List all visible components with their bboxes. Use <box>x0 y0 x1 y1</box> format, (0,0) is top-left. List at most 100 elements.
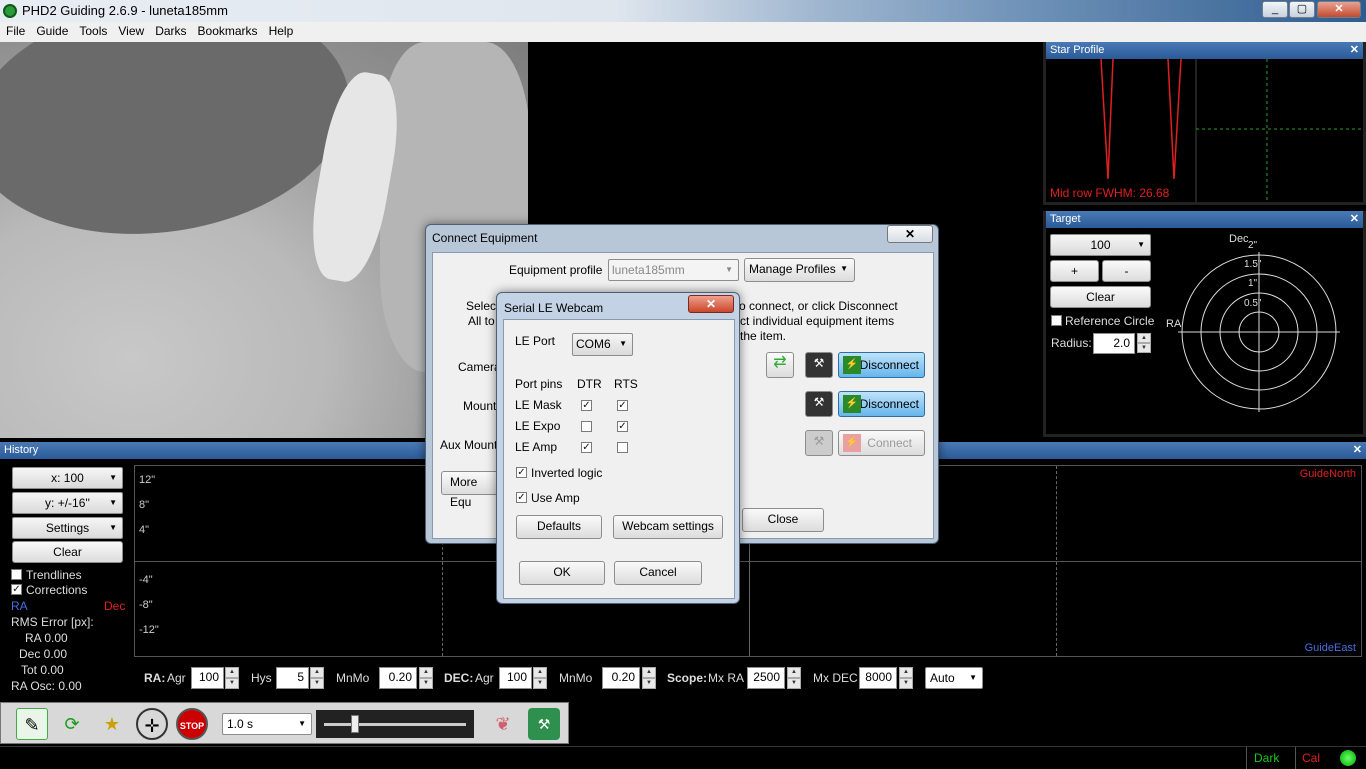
menu-guide[interactable]: Guide <box>30 22 73 38</box>
zoom-in-button[interactable]: + <box>1050 260 1099 282</box>
ra-mnmo-input[interactable]: 0.20 <box>379 667 417 689</box>
close-history-icon[interactable]: ✕ <box>1353 443 1362 456</box>
spin-up-icon[interactable]: ▲ <box>899 667 913 678</box>
menu-tools[interactable]: Tools <box>73 22 112 38</box>
spin-up-icon[interactable]: ▲ <box>642 667 656 678</box>
menu-file[interactable]: File <box>0 22 30 38</box>
spin-down-icon[interactable]: ▼ <box>787 678 801 689</box>
mount-settings-icon[interactable]: ⚒ <box>805 391 833 417</box>
radius-label: Radius: <box>1051 336 1092 350</box>
dec-mnmo-input[interactable]: 0.20 <box>602 667 640 689</box>
serial-dialog-title: Serial LE Webcam <box>504 301 604 315</box>
spin-up-icon[interactable]: ▲ <box>787 667 801 678</box>
loop-pencil-icon[interactable]: ✎ <box>16 708 48 740</box>
camera-settings-icon[interactable]: ⚒ <box>805 352 833 378</box>
y-label-8: 8" <box>139 499 150 511</box>
minimize-button[interactable]: _ <box>1262 1 1288 18</box>
exposure-select[interactable]: 1.0 s ▼ <box>222 713 312 735</box>
inverted-logic-checkbox[interactable]: ✓ <box>516 467 527 478</box>
connect-close-button[interactable]: Close <box>742 508 824 532</box>
camera-disconnect-button[interactable]: ⚡ Disconnect <box>838 352 925 378</box>
mxra-input[interactable]: 2500 <box>747 667 785 689</box>
slider-track <box>324 723 466 726</box>
serial-dialog-close-button[interactable]: ✕ <box>688 295 734 313</box>
dec-mnmo-label: MnMo <box>559 671 593 685</box>
le-expo-rts-checkbox[interactable]: ✓ <box>617 421 628 432</box>
dec-mode-select[interactable]: Auto ▼ <box>925 667 983 689</box>
use-amp-checkbox[interactable]: ✓ <box>516 492 527 503</box>
close-target-icon[interactable]: ✕ <box>1350 212 1359 225</box>
refresh-camera-icon[interactable]: ⇄ <box>766 352 794 378</box>
connect-dialog-title: Connect Equipment <box>432 231 538 245</box>
le-amp-rts-checkbox[interactable] <box>617 442 628 453</box>
webcam-settings-button[interactable]: Webcam settings <box>613 515 723 539</box>
le-expo-dtr-checkbox[interactable] <box>581 421 592 432</box>
radius-input[interactable]: 2.0 <box>1093 333 1135 354</box>
le-mask-dtr-checkbox[interactable]: ✓ <box>581 400 592 411</box>
le-port-select[interactable]: COM6 ▼ <box>572 333 633 356</box>
equipment-connect-icon[interactable]: ⚒ <box>528 708 560 740</box>
zoom-out-button[interactable]: - <box>1102 260 1151 282</box>
menu-darks[interactable]: Darks <box>149 22 191 38</box>
spin-down-icon[interactable]: ▼ <box>225 678 239 689</box>
history-settings-select[interactable]: Settings ▼ <box>12 517 123 539</box>
cancel-button[interactable]: Cancel <box>614 561 702 585</box>
spin-up-icon[interactable]: ▲ <box>225 667 239 678</box>
menu-help[interactable]: Help <box>263 22 299 38</box>
mount-disconnect-button[interactable]: ⚡ Disconnect <box>838 391 925 417</box>
x-scale-select[interactable]: x: 100 ▼ <box>12 467 123 489</box>
profile-select[interactable]: luneta185mm ▼ <box>608 259 739 281</box>
mxdec-input[interactable]: 8000 <box>859 667 897 689</box>
spin-down-icon[interactable]: ▼ <box>642 678 656 689</box>
spin-down-icon[interactable]: ▼ <box>419 678 433 689</box>
camera-disconnect-label: Disconnect <box>859 358 919 372</box>
trendlines-label: Trendlines <box>26 568 82 582</box>
guide-crosshair-icon[interactable]: ✛ <box>136 708 168 740</box>
spin-up-icon[interactable]: ▲ <box>310 667 324 678</box>
le-amp-dtr-checkbox[interactable]: ✓ <box>581 442 592 453</box>
gamma-slider[interactable] <box>316 710 474 738</box>
spin-down-icon[interactable]: ▼ <box>533 678 547 689</box>
y-scale-select[interactable]: y: +/-16'' ▼ <box>12 492 123 514</box>
close-window-button[interactable]: ✕ <box>1317 1 1361 18</box>
maximize-button[interactable]: ▢ <box>1289 1 1315 18</box>
loop-exposure-icon[interactable]: ⟳ <box>56 708 88 740</box>
spin-up-icon[interactable]: ▲ <box>419 667 433 678</box>
menu-view[interactable]: View <box>112 22 149 38</box>
manage-profiles-label: Manage Profiles <box>749 262 836 276</box>
ra-hys-input[interactable]: 5 <box>276 667 309 689</box>
corrections-checkbox[interactable]: ✓ <box>11 584 22 595</box>
auto-select-star-icon[interactable]: ★ <box>96 708 128 740</box>
ra-agr-input[interactable]: 100 <box>191 667 224 689</box>
defaults-button[interactable]: Defaults <box>516 515 602 539</box>
le-expo-label: LE Expo <box>515 419 561 433</box>
close-star-profile-icon[interactable]: ✕ <box>1350 43 1359 56</box>
brain-icon[interactable]: ❦ <box>487 708 519 740</box>
reference-circle-checkbox[interactable] <box>1051 315 1062 326</box>
target-zoom-select[interactable]: 100 ▼ <box>1050 234 1151 256</box>
info-left-2: All to <box>468 314 495 328</box>
dec-agr-input[interactable]: 100 <box>499 667 532 689</box>
ok-button[interactable]: OK <box>519 561 605 585</box>
title-bar[interactable]: PHD2 Guiding 2.6.9 - luneta185mm _ ▢ ✕ <box>0 0 1366 22</box>
spin-down-icon[interactable]: ▼ <box>310 678 324 689</box>
spin-up-icon[interactable]: ▲ <box>533 667 547 678</box>
target-clear-button[interactable]: Clear <box>1050 286 1151 308</box>
radius-down-icon[interactable]: ▼ <box>1137 343 1151 353</box>
menu-bookmarks[interactable]: Bookmarks <box>192 22 263 38</box>
aux-mount-connect-button[interactable]: ⚡ Connect <box>838 430 925 456</box>
connect-dialog-close-button[interactable]: ✕ <box>887 225 933 243</box>
spin-down-icon[interactable]: ▼ <box>899 678 913 689</box>
cancel-label: Cancel <box>639 565 677 579</box>
trendlines-checkbox[interactable] <box>11 569 22 580</box>
more-equipment-button[interactable]: More Equ <box>441 471 501 509</box>
profile-label: Equipment profile <box>509 263 603 277</box>
history-clear-button[interactable]: Clear <box>12 541 123 563</box>
aux-mount-settings-icon[interactable]: ⚒ <box>805 430 833 456</box>
stop-icon[interactable]: STOP <box>176 708 208 740</box>
mxdec-label: Mx DEC <box>813 671 858 685</box>
le-mask-rts-checkbox[interactable]: ✓ <box>617 400 628 411</box>
manage-profiles-button[interactable]: Manage Profiles ▼ <box>744 258 855 282</box>
radius-up-icon[interactable]: ▲ <box>1137 333 1151 343</box>
slider-thumb[interactable] <box>351 715 359 733</box>
